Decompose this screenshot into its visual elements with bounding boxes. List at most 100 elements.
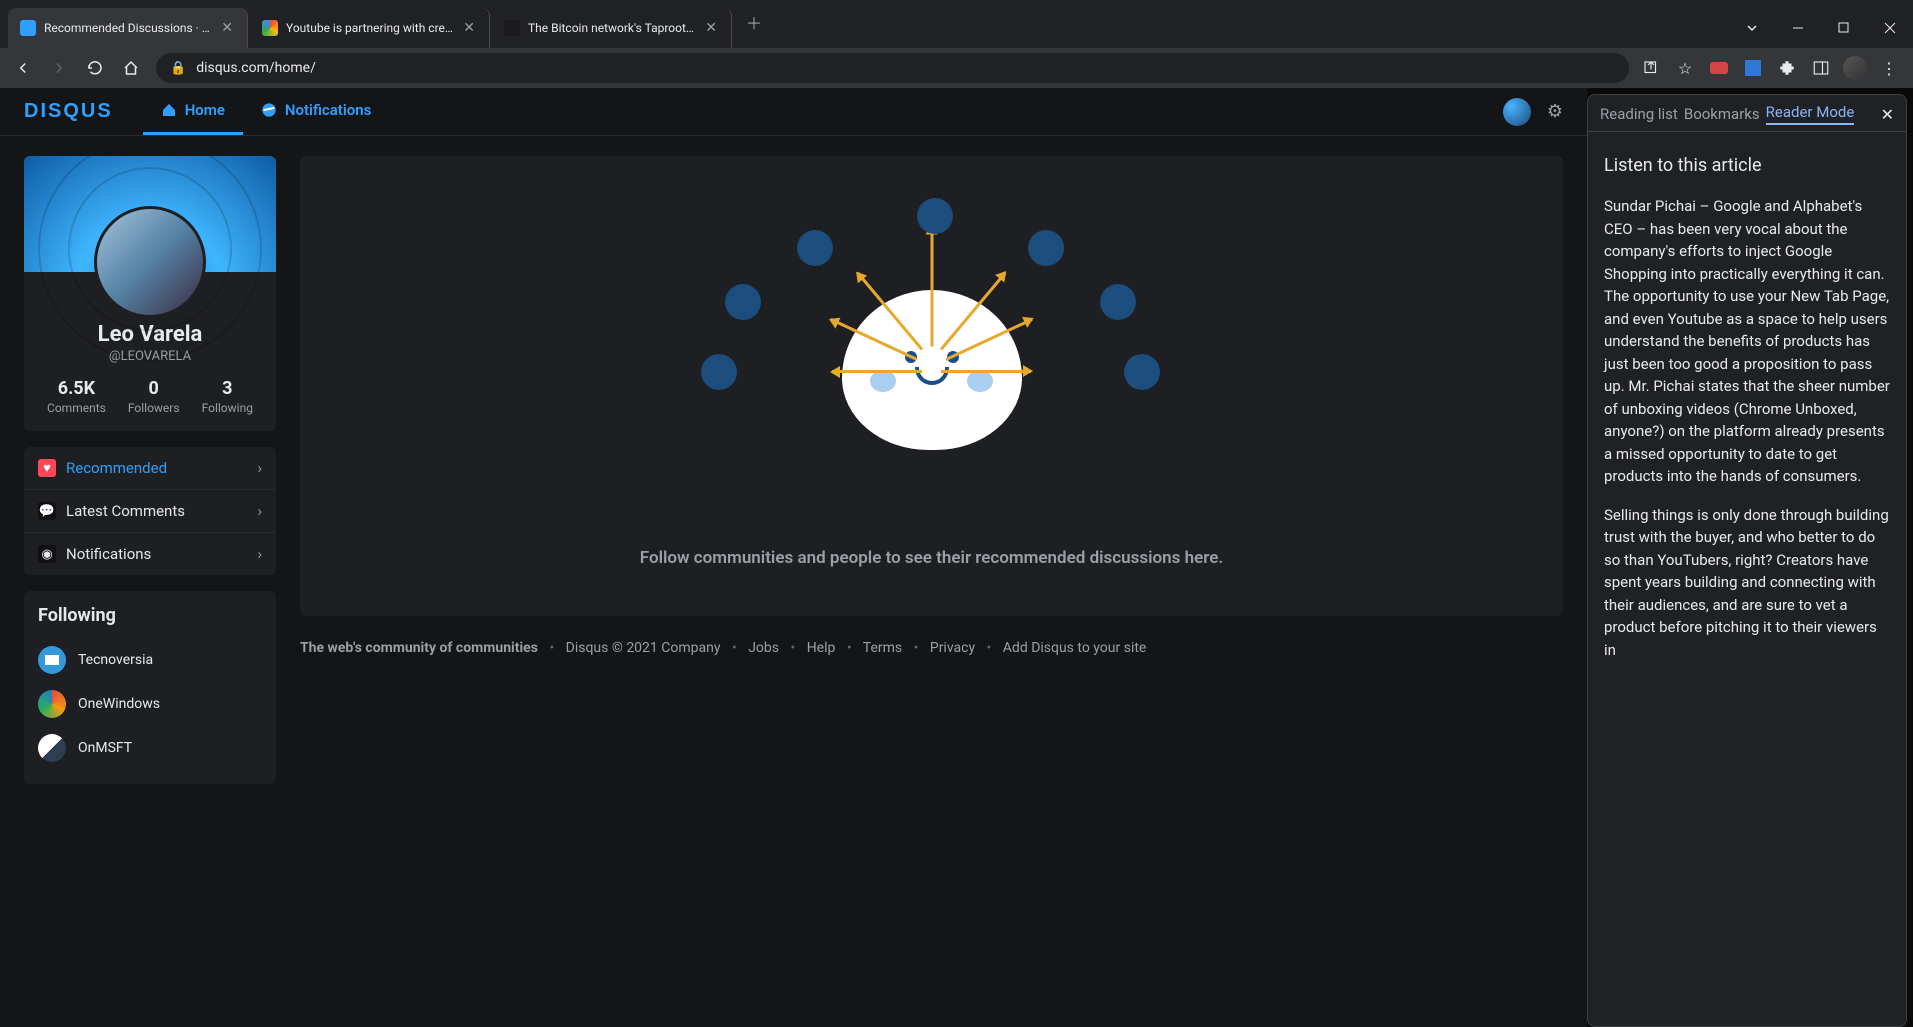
globe-icon xyxy=(1100,284,1136,320)
globe-icon xyxy=(1028,230,1064,266)
sp-tab-reading[interactable]: Reading list xyxy=(1600,105,1678,123)
address-bar: 🔒 disqus.com/home/ ☆ ⋮ xyxy=(0,48,1913,88)
browser-titlebar: Recommended Discussions · Disq ✕ Youtube… xyxy=(0,0,1913,48)
footer-copyright: Disqus © 2021 Company xyxy=(566,640,721,656)
share-icon[interactable] xyxy=(1637,54,1665,82)
sidepanel-icon[interactable] xyxy=(1807,54,1835,82)
following-item[interactable]: OnMSFT xyxy=(38,726,262,770)
article-paragraph: Sundar Pichai – Google and Alphabet's CE… xyxy=(1604,195,1890,488)
nav-label: Home xyxy=(185,101,225,119)
following-card: Following Tecnoversia OneWindows OnMSFT xyxy=(24,591,276,784)
extension-icon-1[interactable] xyxy=(1705,54,1733,82)
back-button[interactable] xyxy=(6,51,40,85)
forward-button[interactable] xyxy=(42,51,76,85)
close-icon[interactable]: ✕ xyxy=(219,20,235,36)
tab-3[interactable]: The Bitcoin network's Taproot up ✕ xyxy=(492,8,732,48)
footer: The web's community of communities • Dis… xyxy=(300,636,1563,661)
user-avatar[interactable] xyxy=(1503,98,1531,126)
sidepanel-body: Listen to this article Sundar Pichai – G… xyxy=(1588,132,1906,697)
profile-banner xyxy=(24,156,276,272)
tab-title: Youtube is partnering with creato xyxy=(286,21,453,35)
star-icon[interactable]: ☆ xyxy=(1671,54,1699,82)
heart-icon: ♥ xyxy=(38,459,56,477)
favicon-disqus xyxy=(20,20,36,36)
profile-avatar-icon[interactable] xyxy=(1841,54,1869,82)
favicon-youtube xyxy=(262,20,278,36)
main-nav: Home Notifications xyxy=(143,88,390,135)
globe-icon xyxy=(797,230,833,266)
close-window-button[interactable] xyxy=(1867,8,1913,48)
sp-tab-bookmarks[interactable]: Bookmarks xyxy=(1684,105,1760,123)
close-icon[interactable]: ✕ xyxy=(461,20,477,36)
nav-label: Notifications xyxy=(285,101,371,119)
toolbar-right: ☆ ⋮ xyxy=(1637,54,1903,82)
site-icon xyxy=(38,734,66,762)
chevron-right-icon: › xyxy=(257,459,262,477)
favicon-bitcoin xyxy=(504,20,520,36)
chevron-right-icon: › xyxy=(257,545,262,563)
globe-icon xyxy=(917,198,953,234)
globe-icon xyxy=(725,284,761,320)
sp-tab-reader[interactable]: Reader Mode xyxy=(1766,103,1855,125)
extensions-icon[interactable] xyxy=(1773,54,1801,82)
tab-2[interactable]: Youtube is partnering with creato ✕ xyxy=(250,8,490,48)
footer-link-privacy[interactable]: Privacy xyxy=(930,640,975,656)
profile-avatar[interactable] xyxy=(94,206,206,318)
footer-link-terms[interactable]: Terms xyxy=(863,640,902,656)
gear-icon[interactable]: ⚙ xyxy=(1547,101,1563,122)
following-item[interactable]: OneWindows xyxy=(38,682,262,726)
stat-following[interactable]: 3 Following xyxy=(202,378,253,415)
close-icon[interactable]: ✕ xyxy=(703,20,719,36)
url-input[interactable]: 🔒 disqus.com/home/ xyxy=(156,53,1629,83)
window-controls xyxy=(1729,8,1913,48)
empty-state: Follow communities and people to see the… xyxy=(300,156,1563,616)
browser-sidepanel: Reading list Bookmarks Reader Mode ✕ Lis… xyxy=(1587,94,1907,1027)
menu-latest[interactable]: 💬 Latest Comments › xyxy=(24,490,276,533)
empty-message: Follow communities and people to see the… xyxy=(640,548,1223,568)
nav-home[interactable]: Home xyxy=(143,88,243,135)
site-header: DISQUS Home Notifications ⚙ xyxy=(0,88,1587,136)
sidebar-menu: ♥ Recommended › 💬 Latest Comments › ◉ No… xyxy=(24,447,276,575)
chevron-right-icon: › xyxy=(257,502,262,520)
footer-link-jobs[interactable]: Jobs xyxy=(748,640,779,656)
footer-link-add[interactable]: Add Disqus to your site xyxy=(1003,640,1147,656)
bell-icon: ◉ xyxy=(38,545,56,563)
reload-button[interactable] xyxy=(78,51,112,85)
tab-strip: Recommended Discussions · Disq ✕ Youtube… xyxy=(8,8,1729,48)
url-text: disqus.com/home/ xyxy=(196,60,316,76)
lock-icon: 🔒 xyxy=(170,61,186,76)
tab-title: The Bitcoin network's Taproot up xyxy=(528,21,695,35)
menu-recommended[interactable]: ♥ Recommended › xyxy=(24,447,276,490)
footer-link-help[interactable]: Help xyxy=(807,640,836,656)
menu-notifications[interactable]: ◉ Notifications › xyxy=(24,533,276,575)
nav-notifications[interactable]: Notifications xyxy=(243,88,389,135)
comment-icon: 💬 xyxy=(38,502,56,520)
sidepanel-tabs: Reading list Bookmarks Reader Mode ✕ xyxy=(1588,95,1906,132)
stat-comments[interactable]: 6.5K Comments xyxy=(47,378,106,415)
new-tab-button[interactable]: ＋ xyxy=(740,8,768,36)
globe-icon xyxy=(701,354,737,390)
page-content: DISQUS Home Notifications ⚙ Leo V xyxy=(0,88,1587,1027)
close-icon[interactable]: ✕ xyxy=(1881,105,1894,124)
listen-link[interactable]: Listen to this article xyxy=(1604,152,1890,179)
tab-title: Recommended Discussions · Disq xyxy=(44,21,211,35)
stat-followers[interactable]: 0 Followers xyxy=(128,378,180,415)
article-paragraph: Selling things is only done through buil… xyxy=(1604,504,1890,662)
empty-illustration xyxy=(692,204,1172,524)
profile-stats: 6.5K Comments 0 Followers 3 Following xyxy=(36,378,264,415)
menu-icon[interactable]: ⋮ xyxy=(1875,54,1903,82)
home-button[interactable] xyxy=(114,51,148,85)
extension-icon-2[interactable] xyxy=(1739,54,1767,82)
globe-icon xyxy=(1124,354,1160,390)
following-item[interactable]: Tecnoversia xyxy=(38,638,262,682)
logo[interactable]: DISQUS xyxy=(24,100,113,123)
footer-tagline: The web's community of communities xyxy=(300,640,538,656)
maximize-button[interactable] xyxy=(1821,8,1867,48)
home-icon xyxy=(161,102,177,118)
site-icon xyxy=(38,646,66,674)
site-icon xyxy=(38,690,66,718)
minimize-button[interactable] xyxy=(1775,8,1821,48)
tabs-dropdown-icon[interactable] xyxy=(1729,8,1775,48)
tab-1[interactable]: Recommended Discussions · Disq ✕ xyxy=(8,8,248,48)
following-title: Following xyxy=(38,605,262,626)
